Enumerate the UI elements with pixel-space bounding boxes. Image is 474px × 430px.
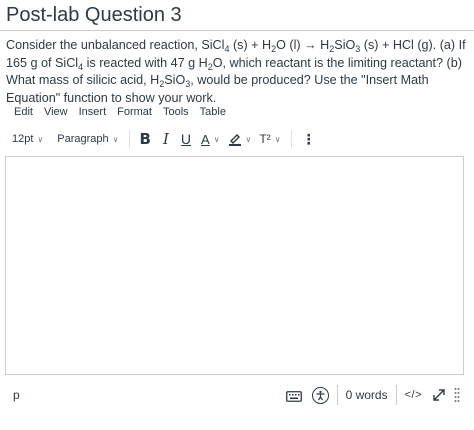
question-text-part: Consider the unbalanced reaction, SiCl [6, 38, 225, 52]
page-title: Post-lab Question 3 [6, 4, 182, 26]
font-size-value: 12pt [12, 133, 34, 145]
grip-dots-icon [454, 388, 460, 402]
fullscreen-arrow-icon [433, 389, 445, 401]
chevron-down-icon: ∨ [245, 134, 252, 144]
underline-button[interactable]: U [177, 129, 195, 149]
highlight-color-button[interactable]: ∨ [224, 129, 256, 149]
menu-edit[interactable]: Edit [14, 106, 33, 118]
question-text-part: (s) + H [229, 38, 272, 52]
keyboard-glyph-icon [285, 390, 302, 402]
question-text-part: SiO [164, 73, 186, 87]
block-format-select[interactable]: Paragraph ∨ [53, 129, 122, 149]
block-format-value: Paragraph [57, 133, 109, 145]
toolbar-divider [290, 130, 292, 148]
keyboard-icon[interactable] [285, 389, 302, 402]
person-icon [316, 390, 325, 400]
menu-insert[interactable]: Insert [79, 106, 107, 118]
editor-statusbar: p 0 words </> [5, 380, 464, 410]
menu-format[interactable]: Format [117, 106, 152, 118]
text-color-button[interactable]: A ∨ [197, 129, 224, 149]
superscript-button[interactable]: T² ∨ [255, 129, 284, 149]
statusbar-controls: 0 words </> [285, 382, 460, 408]
font-size-select[interactable]: 12pt ∨ [8, 129, 47, 149]
highlighter-icon [228, 134, 241, 146]
bold-button[interactable]: B [136, 129, 155, 149]
chevron-down-icon: ∨ [213, 134, 220, 144]
menu-table[interactable]: Table [200, 106, 226, 118]
statusbar-divider [336, 385, 338, 405]
statusbar-divider [395, 385, 397, 405]
italic-button[interactable]: I [159, 129, 173, 149]
element-path[interactable]: p [13, 388, 20, 402]
toolbar-divider [128, 130, 130, 148]
question-text: Consider the unbalanced reaction, SiCl4 … [6, 37, 468, 107]
rich-text-editor-area[interactable] [5, 156, 464, 375]
editor-toolbar: 12pt ∨ Paragraph ∨ B I U A ∨ ∨ T² ∨ ⋮ [8, 128, 348, 150]
chevron-down-icon: ∨ [112, 134, 119, 144]
question-text-part: O (l) → H [276, 38, 330, 52]
html-editor-toggle[interactable]: </> [405, 389, 422, 401]
chevron-down-icon: ∨ [37, 134, 44, 144]
superscript-icon: T² [259, 132, 271, 146]
question-text-part: is reacted with 47 g H [83, 55, 208, 70]
expand-icon[interactable] [432, 388, 446, 402]
menu-view[interactable]: View [44, 106, 68, 118]
title-divider [0, 30, 474, 31]
editor-menubar: Edit View Insert Format Tools Table [14, 106, 237, 118]
chevron-down-icon: ∨ [274, 134, 281, 144]
word-count[interactable]: 0 words [346, 388, 388, 402]
text-color-icon: A [201, 131, 210, 147]
accessibility-checker-icon[interactable] [311, 386, 329, 404]
menu-tools[interactable]: Tools [163, 106, 189, 118]
question-text-part: SiO [334, 38, 356, 52]
more-options-button[interactable]: ⋮ [298, 129, 320, 149]
resize-grip-icon[interactable] [454, 387, 460, 403]
